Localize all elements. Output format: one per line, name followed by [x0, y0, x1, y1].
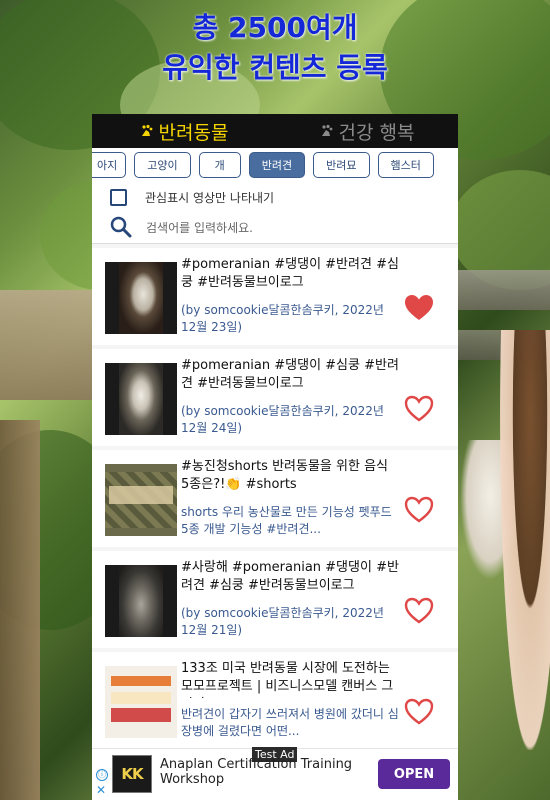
ad-logo: KK [112, 755, 152, 793]
heart-outline-icon[interactable] [404, 698, 434, 726]
video-subtitle: (by somcookie달콤한솜쿠키, 2022년 12월 23일) [181, 303, 384, 334]
tab-health[interactable]: 건강 행복 [275, 118, 458, 145]
list-item[interactable]: #사랑해 #pomeranian #댕댕이 #반려견 #심쿵 #반려동물브이로그… [92, 551, 458, 648]
chip-companion-dog[interactable]: 반려견 [248, 152, 306, 178]
video-title: #사랑해 #pomeranian #댕댕이 #반려견 #심쿵 #반려동물브이로그 [181, 560, 399, 593]
tab-pets-label: 반려동물 [158, 121, 229, 144]
video-subtitle: (by somcookie달콤한솜쿠키, 2022년 12월 24일) [181, 404, 384, 435]
video-list: #pomeranian #댕댕이 #반려견 #심쿵 #반려동물브이로그 (by … [92, 244, 458, 764]
video-title: 133조 미국 반려동물 시장에 도전하는 모모프로젝트 | 비즈니스모델 캔버… [181, 661, 394, 698]
ad-banner[interactable]: Test Ad ⓘ ✕ KK Anaplan Certification Tra… [92, 747, 458, 800]
video-thumbnail[interactable] [105, 262, 177, 334]
heart-outline-icon[interactable] [404, 496, 434, 524]
subcategory-chips: 아지 고양이 개 반려견 반려묘 햄스터 [92, 150, 458, 180]
list-item[interactable]: #pomeranian #댕댕이 #반려견 #심쿵 #반려동물브이로그 (by … [92, 248, 458, 345]
list-item[interactable]: #pomeranian #댕댕이 #심쿵 #반려견 #반려동물브이로그 (by … [92, 349, 458, 446]
list-item[interactable]: 133조 미국 반려동물 시장에 도전하는 모모프로젝트 | 비즈니스모델 캔버… [92, 652, 458, 749]
search-row: 검색어를 입력하세요. [92, 211, 458, 243]
video-thumbnail[interactable] [105, 666, 177, 738]
list-item[interactable]: #농진청shorts 반려동물을 위한 음식 5종은?!👏 #shorts sh… [92, 450, 458, 547]
tab-health-label: 건강 행복 [338, 121, 415, 144]
tab-pets[interactable]: 반려동물 [92, 118, 275, 145]
heart-outline-icon[interactable] [404, 395, 434, 423]
favorites-only-checkbox[interactable] [110, 188, 127, 206]
ad-open-button[interactable]: OPEN [378, 759, 450, 789]
video-title: #농진청shorts 반려동물을 위한 음식 5종은?!👏 #shorts [181, 459, 388, 492]
heart-filled-icon[interactable] [404, 294, 434, 322]
promo-headline: 총 2500여개 유익한 컨텐츠 등록 [0, 8, 550, 88]
video-subtitle: shorts 우리 농산물로 만든 기능성 펫푸드 5종 개발 기능성 #반려견… [181, 505, 392, 536]
video-title: #pomeranian #댕댕이 #심쿵 #반려견 #반려동물브이로그 [181, 358, 399, 391]
search-input[interactable]: 검색어를 입력하세요. [146, 219, 253, 236]
chip-puppy[interactable]: 아지 [92, 152, 127, 178]
favorites-only-label: 관심표시 영상만 나타내기 [145, 190, 275, 205]
paw-icon [141, 124, 152, 136]
app-panel: 반려동물 건강 행복 아지 고양이 개 반려견 반려묘 햄스터 관심표시 영상만… [92, 114, 458, 800]
ad-text: Anaplan Certification Training Workshop [160, 757, 353, 787]
video-thumbnail[interactable] [105, 363, 177, 435]
close-icon[interactable]: ✕ [96, 783, 106, 797]
chip-cat[interactable]: 고양이 [134, 152, 191, 178]
info-icon[interactable]: ⓘ [96, 769, 108, 781]
chip-dog[interactable]: 개 [198, 152, 241, 178]
video-thumbnail[interactable] [105, 464, 177, 536]
headline-line-1: 총 2500여개 [192, 11, 358, 44]
video-subtitle: 반려견이 갑자기 쓰러져서 병원에 갔더니 심장병에 걸렸다면 어떤... [181, 707, 399, 738]
video-title: #pomeranian #댕댕이 #반려견 #심쿵 #반려동물브이로그 [181, 257, 399, 290]
video-subtitle: (by somcookie달콤한솜쿠키, 2022년 12월 21일) [181, 606, 384, 637]
video-thumbnail[interactable] [105, 565, 177, 637]
chip-hamster[interactable]: 햄스터 [377, 152, 434, 178]
chip-companion-cat[interactable]: 반려묘 [313, 152, 370, 178]
headline-line-2: 유익한 컨텐츠 등록 [162, 51, 388, 84]
search-icon[interactable] [110, 216, 132, 238]
favorites-filter-row: 관심표시 영상만 나타내기 [92, 183, 458, 211]
paw-icon [321, 124, 332, 136]
category-tabs: 반려동물 건강 행복 [92, 114, 458, 148]
heart-outline-icon[interactable] [404, 597, 434, 625]
